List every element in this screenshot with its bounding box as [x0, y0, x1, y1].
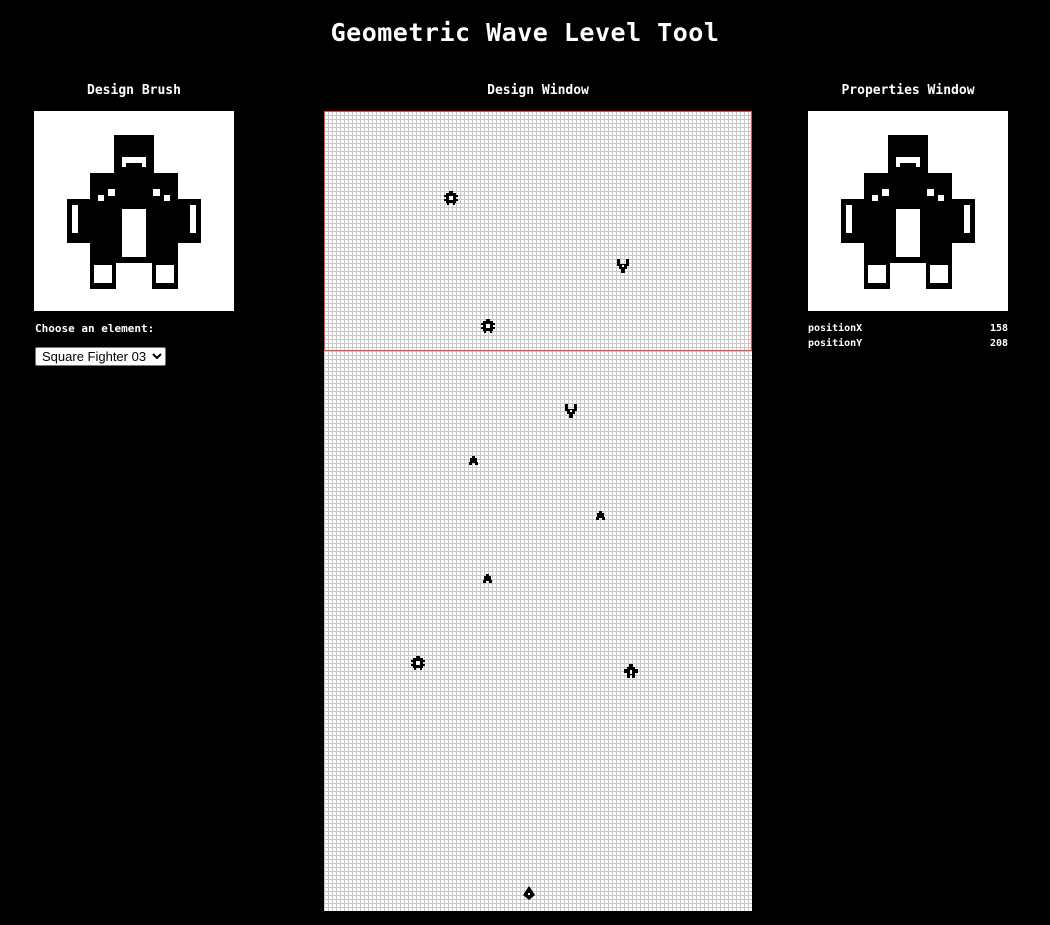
property-name: positionY [808, 338, 863, 349]
bug-enemy-icon[interactable] [411, 656, 425, 670]
square-fighter-icon[interactable] [624, 664, 638, 678]
claw-enemy-icon[interactable] [565, 404, 577, 418]
level-tool-page: Geometric Wave Level Tool Design Brush C… [0, 0, 1050, 925]
properties-preview [808, 111, 1008, 311]
property-row-positiony: positionY 208 [808, 338, 1008, 349]
properties-window-title: Properties Window [841, 83, 975, 98]
property-name: positionX [808, 323, 863, 334]
bug-enemy-icon[interactable] [444, 191, 458, 205]
small-pod-icon[interactable] [469, 456, 478, 465]
choose-element-label: Choose an element: [35, 322, 155, 335]
square-fighter-sprite-icon [841, 135, 975, 289]
square-fighter-sprite-icon [67, 135, 201, 289]
property-value[interactable]: 158 [990, 323, 1008, 334]
player-ship-icon[interactable] [523, 886, 535, 900]
property-value[interactable]: 208 [990, 338, 1008, 349]
brush-preview [34, 111, 234, 311]
design-grid-canvas[interactable] [324, 111, 752, 911]
property-row-positionx: positionX 158 [808, 323, 1008, 334]
element-select[interactable]: Square Fighter 03 [35, 347, 166, 366]
design-window-title: Design Window [487, 83, 589, 98]
app-title: Geometric Wave Level Tool [330, 18, 720, 47]
small-pod-icon[interactable] [483, 574, 492, 583]
claw-enemy-icon[interactable] [617, 259, 629, 273]
visible-view-region [324, 111, 752, 351]
design-brush-title: Design Brush [87, 83, 181, 98]
bug-enemy-icon[interactable] [481, 319, 495, 333]
small-pod-icon[interactable] [596, 511, 605, 520]
